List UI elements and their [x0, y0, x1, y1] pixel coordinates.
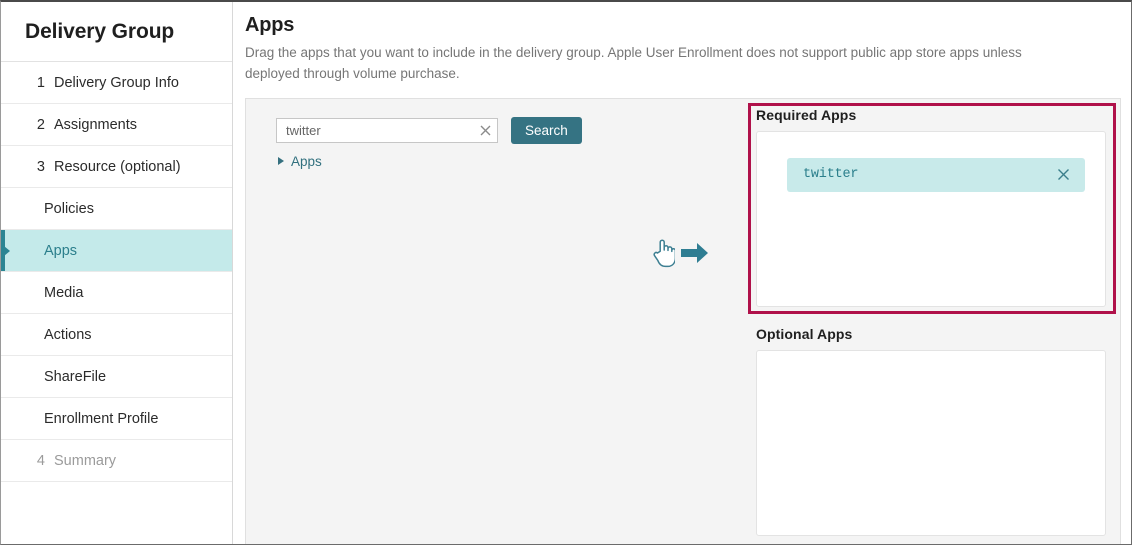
step-number: 1 — [36, 74, 45, 91]
sidebar-item-label: Summary — [54, 452, 117, 469]
delivery-group-wizard-window: Delivery Group 1 Delivery Group Info 2 A… — [0, 0, 1132, 545]
drag-direction-hint — [653, 238, 709, 273]
sidebar-item-label: Apps — [44, 242, 78, 259]
sidebar-item-label: Actions — [44, 326, 92, 343]
required-apps-group: Required Apps twitter — [748, 102, 1116, 314]
sidebar-item-delivery-group-info[interactable]: 1 Delivery Group Info — [1, 62, 232, 104]
sidebar-item-label: ShareFile — [44, 368, 107, 385]
app-browser-column: twitter Search Apps — [246, 99, 748, 544]
sidebar-item-summary[interactable]: 4 Summary — [1, 440, 232, 482]
step-number: 4 — [36, 452, 45, 469]
sidebar-item-policies[interactable]: Policies — [1, 188, 232, 230]
wizard-sidebar: Delivery Group 1 Delivery Group Info 2 A… — [1, 2, 233, 544]
sidebar-item-label: Policies — [44, 200, 94, 217]
step-number: 2 — [36, 116, 45, 133]
sidebar-item-media[interactable]: Media — [1, 272, 232, 314]
search-row: twitter Search — [276, 116, 748, 144]
sidebar-item-label: Assignments — [54, 116, 138, 133]
page-title: Apps — [245, 14, 295, 36]
clear-search-icon[interactable] — [473, 119, 497, 142]
sidebar-item-label: Delivery Group Info — [54, 74, 179, 91]
sidebar-item-assignments[interactable]: 2 Assignments — [1, 104, 232, 146]
search-input[interactable]: twitter — [277, 123, 473, 138]
search-button[interactable]: Search — [511, 116, 582, 144]
sidebar-item-actions[interactable]: Actions — [1, 314, 232, 356]
caret-right-icon[interactable] — [278, 157, 284, 166]
active-caret-icon — [4, 245, 10, 256]
sidebar-item-enrollment-profile[interactable]: Enrollment Profile — [1, 398, 232, 440]
app-chip-name: twitter — [803, 167, 859, 183]
page-description: Drag the apps that you want to include i… — [245, 45, 1022, 81]
pointing-hand-icon — [653, 238, 677, 273]
required-apps-label: Required Apps — [756, 106, 857, 123]
main-content: Apps Drag the apps that you want to incl… — [233, 2, 1131, 544]
app-chip-twitter[interactable]: twitter — [787, 157, 1085, 192]
sidebar-item-label: Enrollment Profile — [44, 410, 159, 427]
sidebar-item-label: Resource (optional) — [54, 158, 181, 175]
sidebar-item-apps[interactable]: Apps — [1, 230, 232, 272]
search-input-wrapper[interactable]: twitter — [276, 117, 498, 143]
sidebar-empty-space — [1, 482, 232, 544]
sidebar-item-resource-optional[interactable]: 3 Resource (optional) — [1, 146, 232, 188]
drop-target-column: Required Apps twitter Optional Apps — [748, 99, 1120, 544]
step-number: 3 — [36, 158, 45, 175]
sidebar-item-label: Media — [44, 284, 84, 301]
app-tree-node-label: Apps — [291, 153, 322, 169]
app-tree-node-apps[interactable]: Apps — [276, 154, 748, 169]
optional-apps-group: Optional Apps — [756, 326, 1106, 536]
remove-app-icon[interactable] — [1055, 167, 1071, 183]
sidebar-title: Delivery Group — [1, 2, 232, 62]
optional-apps-dropzone[interactable] — [756, 349, 1106, 536]
arrow-right-icon — [681, 241, 709, 270]
optional-apps-label: Optional Apps — [756, 325, 853, 342]
sidebar-item-sharefile[interactable]: ShareFile — [1, 356, 232, 398]
required-apps-dropzone[interactable]: twitter — [756, 130, 1106, 307]
apps-assignment-panel: twitter Search Apps Required Apps twitte… — [245, 97, 1121, 544]
